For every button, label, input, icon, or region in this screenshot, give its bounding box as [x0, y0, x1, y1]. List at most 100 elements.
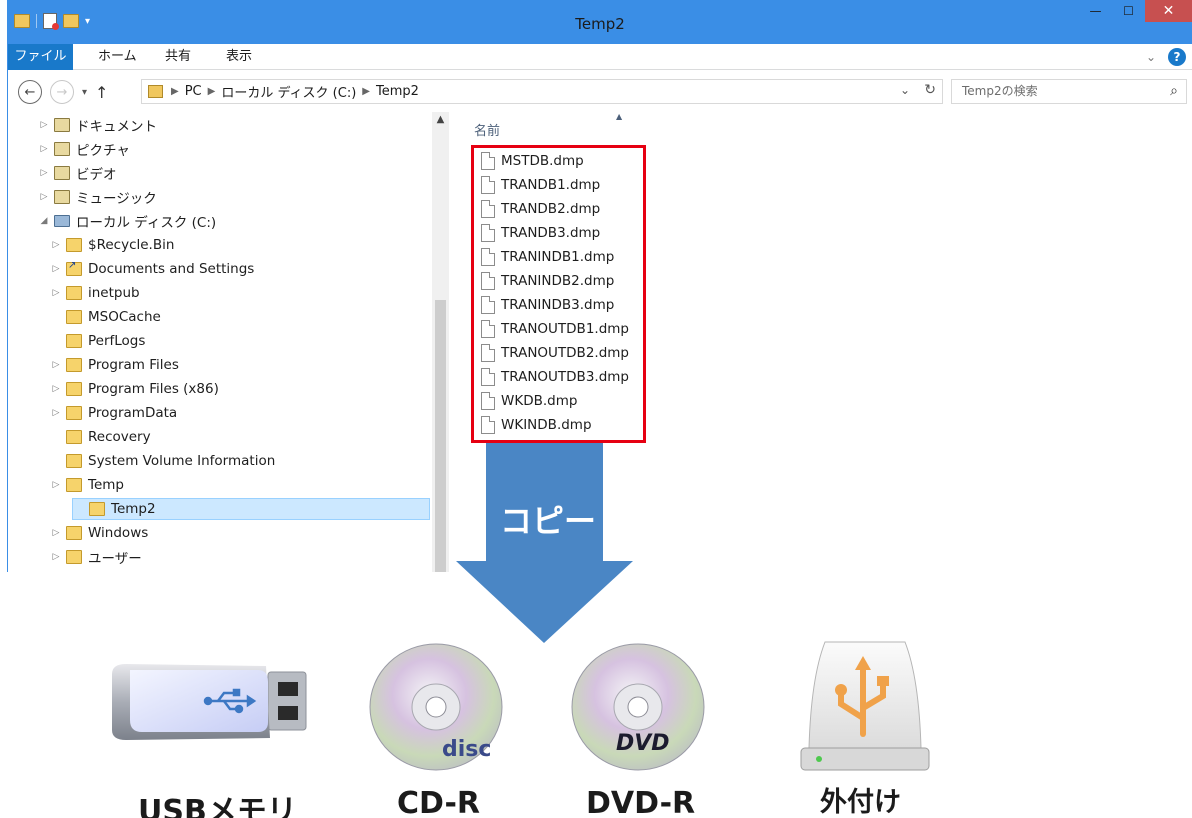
tree-item[interactable]: PerfLogs — [50, 330, 145, 352]
help-icon[interactable]: ? — [1168, 48, 1186, 66]
dvd-icon: DVD — [571, 643, 705, 771]
file-name: TRANOUTDB2.dmp — [501, 345, 629, 361]
file-item[interactable]: TRANDB3.dmp — [481, 222, 600, 244]
address-dropdown-icon[interactable]: ⌄ — [900, 83, 910, 97]
tree-item-label: Temp — [88, 477, 124, 493]
expand-icon[interactable]: ▷ — [50, 264, 62, 274]
column-header-name[interactable]: 名前 — [474, 120, 500, 139]
tree-item[interactable]: ▷ Temp — [50, 474, 124, 496]
folder-icon — [66, 358, 82, 372]
file-item[interactable]: TRANOUTDB3.dmp — [481, 366, 629, 388]
file-name: TRANOUTDB3.dmp — [501, 369, 629, 385]
expand-icon[interactable]: ▷ — [50, 552, 62, 562]
folder-icon — [66, 406, 82, 420]
minimize-button[interactable]: — — [1079, 0, 1112, 22]
file-name: TRANINDB1.dmp — [501, 249, 615, 265]
file-icon — [481, 344, 495, 362]
breadcrumb-temp2[interactable]: Temp2 — [376, 84, 419, 99]
file-icon — [481, 272, 495, 290]
tree-item[interactable]: MSOCache — [50, 306, 161, 328]
folder-icon — [66, 526, 82, 540]
usb-label: USBメモリ — [138, 794, 297, 818]
expand-icon[interactable]: ▷ — [38, 120, 50, 130]
tree-item[interactable]: ▷ $Recycle.Bin — [50, 234, 175, 256]
folder-icon — [66, 478, 82, 492]
breadcrumb-local-disk[interactable]: ローカル ディスク (C:) — [221, 82, 356, 101]
copy-label: コピー — [500, 502, 597, 540]
file-item[interactable]: TRANINDB2.dmp — [481, 270, 614, 292]
file-item[interactable]: WKDB.dmp — [481, 390, 577, 412]
file-name: MSTDB.dmp — [501, 153, 584, 169]
address-bar[interactable]: ▶ PC ▶ ローカル ディスク (C:) ▶ Temp2 ⌄ ↻ — [141, 79, 943, 104]
folder-icon — [66, 260, 82, 276]
file-icon — [481, 296, 495, 314]
file-item[interactable]: TRANINDB3.dmp — [481, 294, 614, 316]
refresh-icon[interactable]: ↻ — [924, 82, 936, 98]
tree-item[interactable]: ▷ Documents and Settings — [50, 258, 255, 280]
tree-item[interactable]: Recovery — [50, 426, 151, 448]
tree-item-label: Temp2 — [111, 501, 156, 517]
tab-home[interactable]: ホーム — [86, 44, 149, 70]
breadcrumb-pc[interactable]: PC — [185, 84, 202, 99]
scroll-up-icon[interactable]: ▲ — [432, 114, 449, 125]
tree-item[interactable]: System Volume Information — [50, 450, 275, 472]
file-item[interactable]: TRANDB1.dmp — [481, 174, 600, 196]
nav-scrollbar[interactable]: ▲ — [432, 112, 449, 572]
expand-icon[interactable]: ▷ — [50, 408, 62, 418]
library-icon — [54, 142, 70, 156]
tree-item-label: ピクチャ — [76, 143, 130, 159]
file-item[interactable]: MSTDB.dmp — [481, 150, 584, 172]
tree-item[interactable]: ▷ ミュージック — [38, 186, 157, 208]
tree-item[interactable]: ◢ ローカル ディスク (C:) — [38, 210, 216, 232]
file-icon — [481, 152, 495, 170]
tab-share[interactable]: 共有 — [153, 44, 203, 70]
tree-item[interactable]: ▷ ユーザー — [50, 546, 142, 568]
expand-icon[interactable]: ▷ — [50, 240, 62, 250]
expand-icon[interactable]: ▷ — [50, 384, 62, 394]
back-button[interactable]: ← — [18, 80, 42, 104]
up-button[interactable]: ↑ — [95, 83, 108, 102]
scroll-thumb[interactable] — [435, 300, 446, 572]
file-icon — [481, 248, 495, 266]
maximize-button[interactable]: ☐ — [1112, 0, 1145, 22]
file-icon — [481, 368, 495, 386]
folder-icon — [89, 502, 105, 516]
folder-icon — [66, 550, 82, 564]
tree-item[interactable]: Temp2 — [72, 498, 430, 520]
external-label: 外付け — [820, 787, 901, 818]
tab-view[interactable]: 表示 — [214, 44, 264, 70]
file-item[interactable]: TRANDB2.dmp — [481, 198, 600, 220]
expand-icon[interactable]: ▷ — [50, 288, 62, 298]
tree-item[interactable]: ▷ ピクチャ — [38, 138, 130, 160]
expand-icon[interactable]: ▷ — [50, 360, 62, 370]
expand-icon[interactable]: ▷ — [38, 168, 50, 178]
expanded-icon[interactable]: ◢ — [38, 216, 50, 226]
file-name: WKINDB.dmp — [501, 417, 592, 433]
navigation-pane: ▷ ドキュメント ▷ ピクチャ ▷ ビデオ ▷ ミュージック ◢ ローカル ディスク (C:) ▷ $… — [8, 112, 454, 572]
tree-item[interactable]: ▷ inetpub — [50, 282, 140, 304]
expand-icon[interactable]: ▷ — [50, 480, 62, 490]
tree-item[interactable]: ▷ Program Files (x86) — [50, 378, 219, 400]
folder-icon — [66, 238, 82, 252]
search-placeholder: Temp2の検索 — [962, 84, 1038, 98]
tree-item[interactable]: ▷ ドキュメント — [38, 114, 157, 136]
expand-icon[interactable]: ▷ — [38, 144, 50, 154]
tree-item[interactable]: ▷ ProgramData — [50, 402, 178, 424]
expand-ribbon-icon[interactable]: ⌄ — [1146, 50, 1156, 64]
tree-item[interactable]: ▷ Windows — [50, 522, 149, 544]
forward-button[interactable]: → — [50, 80, 74, 104]
tree-item[interactable]: ▷ Program Files — [50, 354, 179, 376]
recent-locations-icon[interactable]: ▾ — [82, 87, 87, 98]
file-item[interactable]: TRANINDB1.dmp — [481, 246, 614, 268]
close-button[interactable]: ✕ — [1145, 0, 1192, 22]
file-item[interactable]: WKINDB.dmp — [481, 414, 592, 436]
file-item[interactable]: TRANOUTDB2.dmp — [481, 342, 629, 364]
search-icon[interactable]: ⌕ — [1170, 80, 1178, 103]
tab-file[interactable]: ファイル — [8, 44, 73, 70]
file-item[interactable]: TRANOUTDB1.dmp — [481, 318, 629, 340]
folder-icon — [66, 286, 82, 300]
expand-icon[interactable]: ▷ — [38, 192, 50, 202]
expand-icon[interactable]: ▷ — [50, 528, 62, 538]
tree-item[interactable]: ▷ ビデオ — [38, 162, 117, 184]
search-input[interactable]: Temp2の検索 ⌕ — [951, 79, 1187, 104]
